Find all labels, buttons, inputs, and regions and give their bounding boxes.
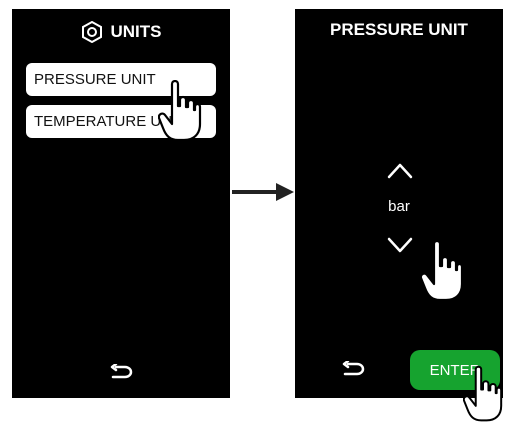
return-arrow-icon[interactable] [341, 359, 365, 384]
units-title-row: UNITS [12, 21, 230, 43]
hex-nut-icon [81, 21, 103, 43]
selected-unit-value: bar [388, 198, 410, 215]
transition-arrow-icon [232, 182, 294, 207]
pressure-unit-screen: PRESSURE UNIT bar ENTER [295, 9, 503, 398]
page-title: PRESSURE UNIT [330, 20, 468, 39]
hand-pointer-icon [462, 365, 503, 428]
page-title: UNITS [110, 22, 162, 41]
chevron-up-icon[interactable] [387, 161, 413, 184]
chevron-down-icon[interactable] [387, 237, 413, 260]
units-screen: UNITS PRESSURE UNIT TEMPERATURE UNIT [12, 9, 230, 398]
return-arrow-icon[interactable] [109, 362, 133, 387]
hand-pointer-icon [157, 79, 202, 147]
hand-pointer-icon [419, 239, 464, 307]
menu-item-label: PRESSURE UNIT [34, 71, 156, 88]
